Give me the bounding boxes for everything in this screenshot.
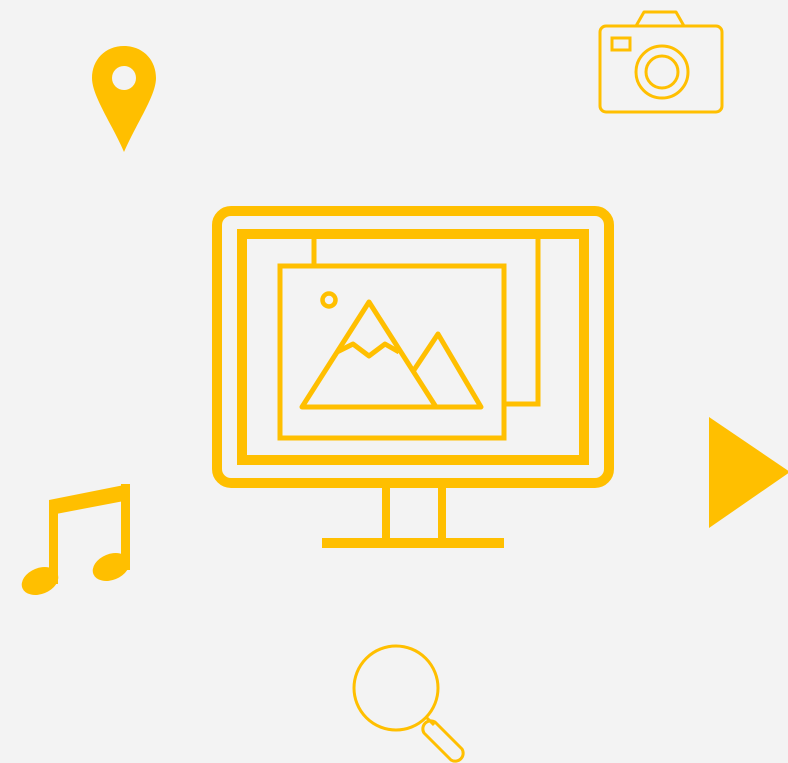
play-icon: [709, 417, 788, 528]
monitor-image-icon: [212, 206, 614, 548]
location-pin-icon: [92, 46, 156, 152]
magnifier-icon: [352, 644, 465, 763]
illustration-canvas: [0, 0, 788, 763]
camera-icon: [598, 10, 724, 114]
music-note-icon: [21, 484, 130, 595]
